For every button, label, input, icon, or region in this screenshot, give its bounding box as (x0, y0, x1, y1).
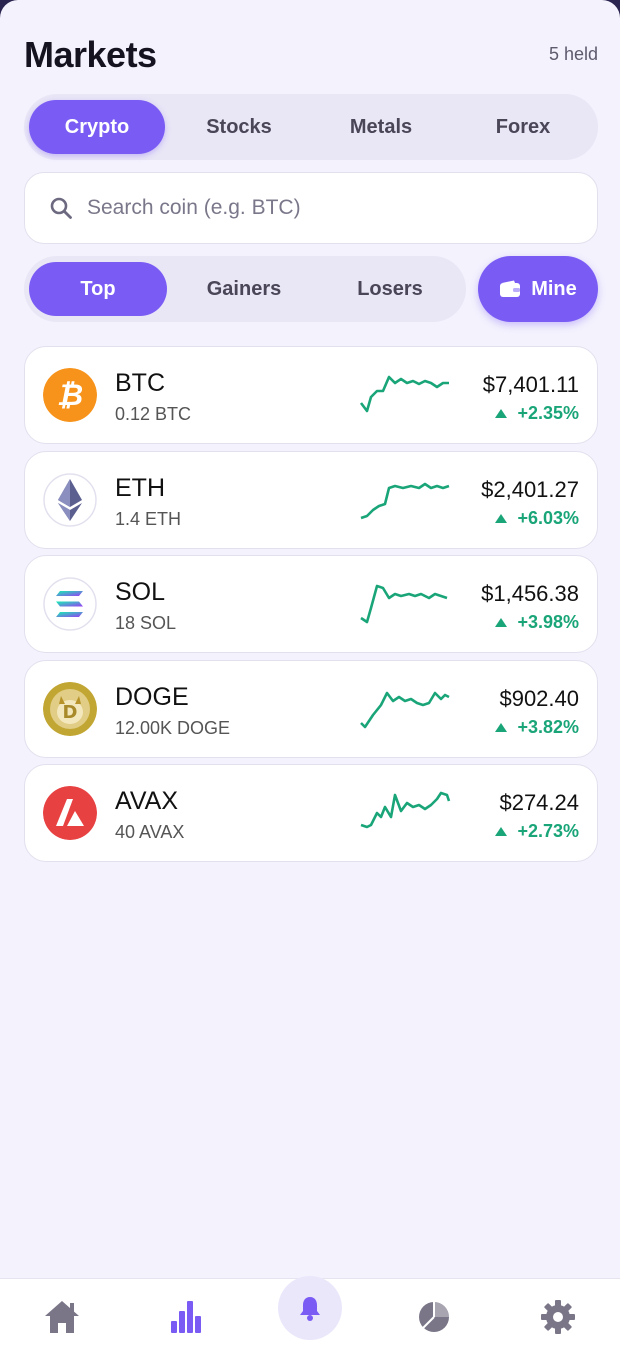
category-tabs: Crypto Stocks Metals Forex (24, 94, 598, 160)
up-arrow-icon (495, 618, 508, 627)
home-icon (45, 1301, 79, 1333)
tab-forex[interactable]: Forex (455, 100, 591, 154)
up-arrow-icon (495, 513, 508, 523)
coin-change: +2.73% (495, 821, 579, 842)
sparkline (360, 691, 450, 728)
coin-holding: 12.00K DOGE (115, 717, 231, 738)
up-arrow-icon (495, 722, 508, 732)
coin-change: +3.98% (495, 612, 579, 633)
tab-crypto[interactable]: Crypto (29, 100, 165, 154)
coin-symbol: ETH (115, 473, 165, 502)
coin-list: ₿ BTC 0.12 BTC $7,401.11 +2.35% ETH 1.4 … (24, 346, 598, 869)
coin-holding: 0.12 BTC (115, 404, 192, 424)
search-input[interactable] (87, 196, 527, 220)
up-arrow-icon (495, 409, 508, 418)
page-title: Markets (24, 34, 157, 75)
svg-text:D: D (63, 702, 78, 723)
doge-icon: D (43, 681, 97, 736)
pie-chart-icon (419, 1302, 449, 1332)
nav-home[interactable] (42, 1297, 82, 1337)
coin-holding: 40 AVAX (115, 822, 185, 842)
filter-tabs: Top Gainers Losers (24, 256, 466, 322)
coin-symbol: DOGE (115, 682, 189, 711)
mine-button[interactable]: Mine (478, 256, 598, 322)
coin-row-sol[interactable]: SOL 18 SOL $1,456.38 +3.98% (24, 555, 598, 653)
markets-screen: Markets 5 held Crypto Stocks Metals Fore… (0, 0, 620, 1348)
sparkline (359, 375, 449, 413)
nav-settings[interactable] (538, 1297, 578, 1337)
coin-price: $902.40 (499, 685, 579, 711)
coin-holding: 18 SOL (115, 613, 177, 633)
nav-markets[interactable] (166, 1297, 206, 1337)
coin-symbol: SOL (115, 578, 166, 606)
up-arrow-icon (495, 827, 508, 836)
wallet-icon (500, 280, 521, 297)
avax-icon (43, 786, 97, 840)
coin-row-btc[interactable]: ₿ BTC 0.12 BTC $7,401.11 +2.35% (24, 346, 598, 444)
tab-stocks[interactable]: Stocks (171, 100, 307, 154)
bell-icon (300, 1297, 320, 1321)
coin-change: +6.03% (495, 508, 579, 529)
coin-price: $1,456.38 (481, 581, 579, 606)
sparkline (360, 584, 448, 624)
nav-alerts[interactable] (278, 1276, 342, 1340)
sparkline (360, 482, 450, 519)
coin-price: $7,401.11 (482, 372, 579, 397)
nav-portfolio[interactable] (414, 1297, 454, 1337)
btc-icon: ₿ (43, 368, 97, 422)
eth-icon (43, 472, 97, 527)
sparkline (360, 791, 451, 829)
coin-change: +2.35% (495, 403, 579, 424)
header: Markets 5 held (24, 34, 598, 78)
sol-icon (43, 577, 97, 631)
held-count: 5 held (548, 44, 598, 64)
filter-gainers[interactable]: Gainers (174, 262, 314, 316)
coin-row-doge[interactable]: D DOGE 12.00K DOGE $902.40 +3.82% (24, 659, 598, 758)
bar-chart-icon (171, 1301, 201, 1333)
coin-change: +3.82% (495, 717, 579, 738)
gear-icon (541, 1300, 575, 1334)
coin-price: $274.24 (499, 790, 579, 815)
coin-symbol: AVAX (115, 787, 178, 815)
filter-losers[interactable]: Losers (320, 262, 460, 316)
tab-metals[interactable]: Metals (313, 100, 449, 154)
search-bar (24, 172, 598, 244)
coin-row-eth[interactable]: ETH 1.4 ETH $2,401.27 +6.03% (24, 450, 598, 549)
svg-text:₿: ₿ (57, 378, 83, 413)
search-icon (50, 197, 72, 219)
filter-top[interactable]: Top (29, 262, 167, 316)
coin-price: $2,401.27 (481, 476, 579, 502)
coin-symbol: BTC (115, 369, 165, 397)
mine-label: Mine (531, 277, 577, 300)
coin-row-avax[interactable]: AVAX 40 AVAX $274.24 +2.73% (24, 764, 598, 862)
coin-holding: 1.4 ETH (115, 508, 182, 529)
